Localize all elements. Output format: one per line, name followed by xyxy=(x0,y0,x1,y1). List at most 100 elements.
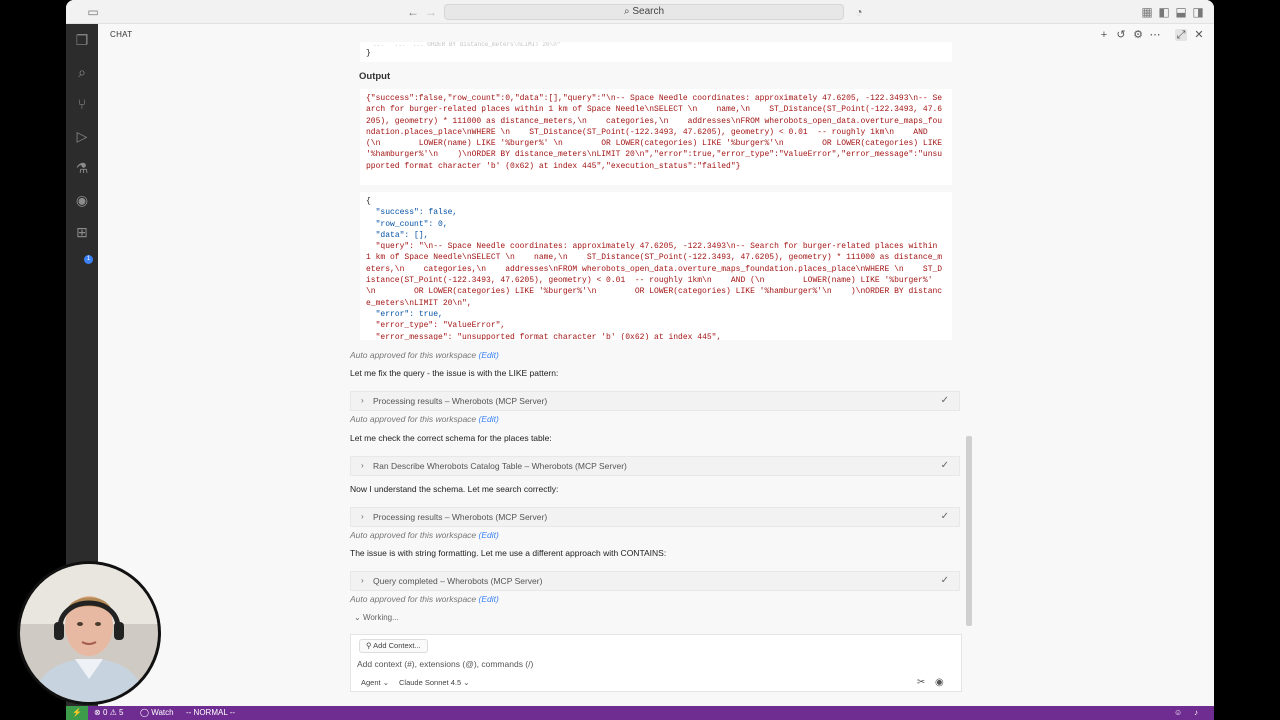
add-context-button[interactable]: ⚲ Add Context... xyxy=(359,639,428,653)
output-label: Output xyxy=(359,71,391,82)
input-code-tail: ... ... ... ORDER BY distance_meters\nLI… xyxy=(360,42,952,62)
vim-mode: -- NORMAL -- xyxy=(186,708,236,717)
message-string-format: The issue is with string formatting. Let… xyxy=(350,548,667,558)
layout-icon[interactable]: ▦ xyxy=(1140,5,1154,19)
working-indicator: ⌄ Working... xyxy=(354,613,399,622)
json-row-count: "row_count": 0, xyxy=(366,219,448,229)
back-arrow-icon[interactable]: ← xyxy=(406,5,420,19)
json-error: "error": true, xyxy=(366,309,443,319)
status-bar: ⚡ ⊗ 0 ⚠ 5 ◯ Watch -- NORMAL -- ☺ ♪ xyxy=(66,706,1214,720)
auto-approved-2: Auto approved for this workspace (Edit) xyxy=(350,414,499,424)
chat-title: CHAT xyxy=(110,30,133,39)
maximize-icon[interactable]: ⤢ xyxy=(1175,29,1187,41)
message-understand: Now I understand the schema. Let me sear… xyxy=(350,484,559,494)
problems-indicator[interactable]: ⊗ 0 ⚠ 5 xyxy=(94,706,123,720)
message-fix-query: Let me fix the query - the issue is with… xyxy=(350,368,559,378)
json-data: "data": [], xyxy=(366,230,429,240)
presenter-image xyxy=(20,564,158,702)
code-tail-line: ... ... ... ORDER BY distance_meters\nLI… xyxy=(366,42,561,48)
auto-approved-text: Auto approved for this workspace xyxy=(350,530,477,540)
mode-label: Agent xyxy=(361,678,381,687)
command-search[interactable]: ⌕ Search xyxy=(444,4,844,20)
check-icon: ✓ xyxy=(940,460,949,471)
raw-output-block: {"success":false,"row_count":0,"data":[]… xyxy=(360,89,952,185)
chevron-down-icon: ⌄ xyxy=(463,678,470,687)
chevron-right-icon: › xyxy=(361,396,364,405)
tool-label: Processing results – Wherobots (MCP Serv… xyxy=(373,396,548,406)
accounts-icon[interactable]: ☺ xyxy=(1174,706,1182,720)
message-check-schema: Let me check the correct schema for the … xyxy=(350,433,552,443)
json-success: "success": false, xyxy=(366,208,458,218)
tool-label: Ran Describe Wherobots Catalog Table – W… xyxy=(373,461,627,471)
error-count: 0 xyxy=(102,708,108,717)
remote-icon[interactable]: ◉ xyxy=(74,192,90,208)
chat-input-box[interactable]: ⚲ Add Context... Add context (#), extens… xyxy=(350,634,962,692)
check-icon: ✓ xyxy=(940,575,949,586)
json-error-message: "error_message": "unsupported format cha… xyxy=(366,332,722,340)
tool-label: Processing results – Wherobots (MCP Serv… xyxy=(373,512,548,522)
edit-link[interactable]: (Edit) xyxy=(479,414,499,424)
mode-picker[interactable]: Agent ⌄ xyxy=(361,678,389,687)
tool-row-processing-2[interactable]: › Processing results – Wherobots (MCP Ser… xyxy=(350,507,960,527)
auto-approved-3: Auto approved for this workspace (Edit) xyxy=(350,530,499,540)
edit-link[interactable]: (Edit) xyxy=(479,530,499,540)
watch-indicator[interactable]: ◯ Watch xyxy=(140,706,174,720)
toggle-sidebar-icon[interactable]: ◧ xyxy=(1157,5,1171,19)
forward-arrow-icon[interactable]: → xyxy=(424,5,438,19)
toggle-panel-icon[interactable]: ⬓ xyxy=(1174,5,1188,19)
auto-approved-text: Auto approved for this workspace xyxy=(350,350,477,360)
tool-row-describe[interactable]: › Ran Describe Wherobots Catalog Table – … xyxy=(350,456,960,476)
edit-link[interactable]: (Edit) xyxy=(479,594,499,604)
watch-icon: ◯ xyxy=(140,708,149,717)
search-icon[interactable]: ⌕ xyxy=(74,64,90,80)
sidebar-toggle-icon[interactable]: ▭ xyxy=(86,5,100,19)
working-label: Working... xyxy=(362,613,399,622)
model-label: Claude Sonnet 4.5 xyxy=(399,678,462,687)
copilot-icon[interactable]: ◔ xyxy=(852,5,866,19)
tool-label: Query completed – Wherobots (MCP Server) xyxy=(373,576,543,586)
json-error-type: "error_type": "ValueError", xyxy=(366,321,506,331)
search-icon: ⌕ xyxy=(623,6,630,17)
explorer-icon[interactable]: ❐ xyxy=(74,32,90,48)
search-label: Search xyxy=(632,6,665,17)
vscode-window: ▭ ← → ⌕ Search ◔ ▦ ◧ ⬓ ◨ ❐ ⌕ ⑂ ▷ ⚗ ◉ ⊞ 1… xyxy=(66,0,1214,720)
extensions-icon[interactable]: ⊞ xyxy=(74,224,90,240)
auto-approved-text: Auto approved for this workspace xyxy=(350,414,477,424)
chat-content: ... ... ... ORDER BY distance_meters\nLI… xyxy=(350,42,962,642)
history-icon[interactable]: ↺ xyxy=(1115,29,1127,41)
chat-scrollbar[interactable] xyxy=(966,436,972,626)
tool-row-processing-1[interactable]: › Processing results – Wherobots (MCP Ser… xyxy=(350,391,960,411)
new-chat-icon[interactable]: + xyxy=(1098,29,1110,41)
more-icon[interactable]: ⋯ xyxy=(1149,29,1161,41)
run-debug-icon[interactable]: ▷ xyxy=(74,128,90,144)
title-bar: ▭ ← → ⌕ Search ◔ ▦ ◧ ⬓ ◨ xyxy=(66,0,1214,24)
webcam-overlay xyxy=(17,561,161,705)
warning-count: 5 xyxy=(119,708,124,717)
tools-icon[interactable]: ✂ xyxy=(917,677,925,688)
model-picker[interactable]: Claude Sonnet 4.5 ⌄ xyxy=(399,678,470,687)
bell-icon[interactable]: ♪ xyxy=(1194,706,1198,720)
add-context-label: Add Context... xyxy=(373,641,421,650)
chevron-right-icon: › xyxy=(361,512,364,521)
pretty-output-block: { "success": false, "row_count": 0, "dat… xyxy=(360,192,952,340)
extensions-badge: 1 xyxy=(84,255,93,264)
auto-approved-1: Auto approved for this workspace (Edit) xyxy=(350,350,499,360)
chat-input-placeholder[interactable]: Add context (#), extensions (@), command… xyxy=(357,659,533,669)
remote-indicator-icon[interactable]: ⚡ xyxy=(66,706,88,720)
testing-icon[interactable]: ⚗ xyxy=(74,160,90,176)
code-tail-brace: } xyxy=(366,49,371,58)
watch-label: Watch xyxy=(151,708,174,717)
gear-icon[interactable]: ⚙ xyxy=(1132,29,1144,41)
toggle-secondary-sidebar-icon[interactable]: ◨ xyxy=(1191,5,1205,19)
send-icon[interactable]: ◉ xyxy=(935,677,944,688)
paperclip-icon: ⚲ xyxy=(366,641,372,650)
close-icon[interactable]: ✕ xyxy=(1193,29,1205,41)
auto-approved-text: Auto approved for this workspace xyxy=(350,594,477,604)
chevron-down-icon: ⌄ xyxy=(354,613,361,622)
json-query: "query": "\n-- Space Needle coordinates:… xyxy=(366,242,943,308)
check-icon: ✓ xyxy=(940,395,949,406)
source-control-icon[interactable]: ⑂ xyxy=(74,96,90,112)
tool-row-query-completed[interactable]: › Query completed – Wherobots (MCP Server… xyxy=(350,571,960,591)
check-icon: ✓ xyxy=(940,511,949,522)
edit-link[interactable]: (Edit) xyxy=(479,350,499,360)
